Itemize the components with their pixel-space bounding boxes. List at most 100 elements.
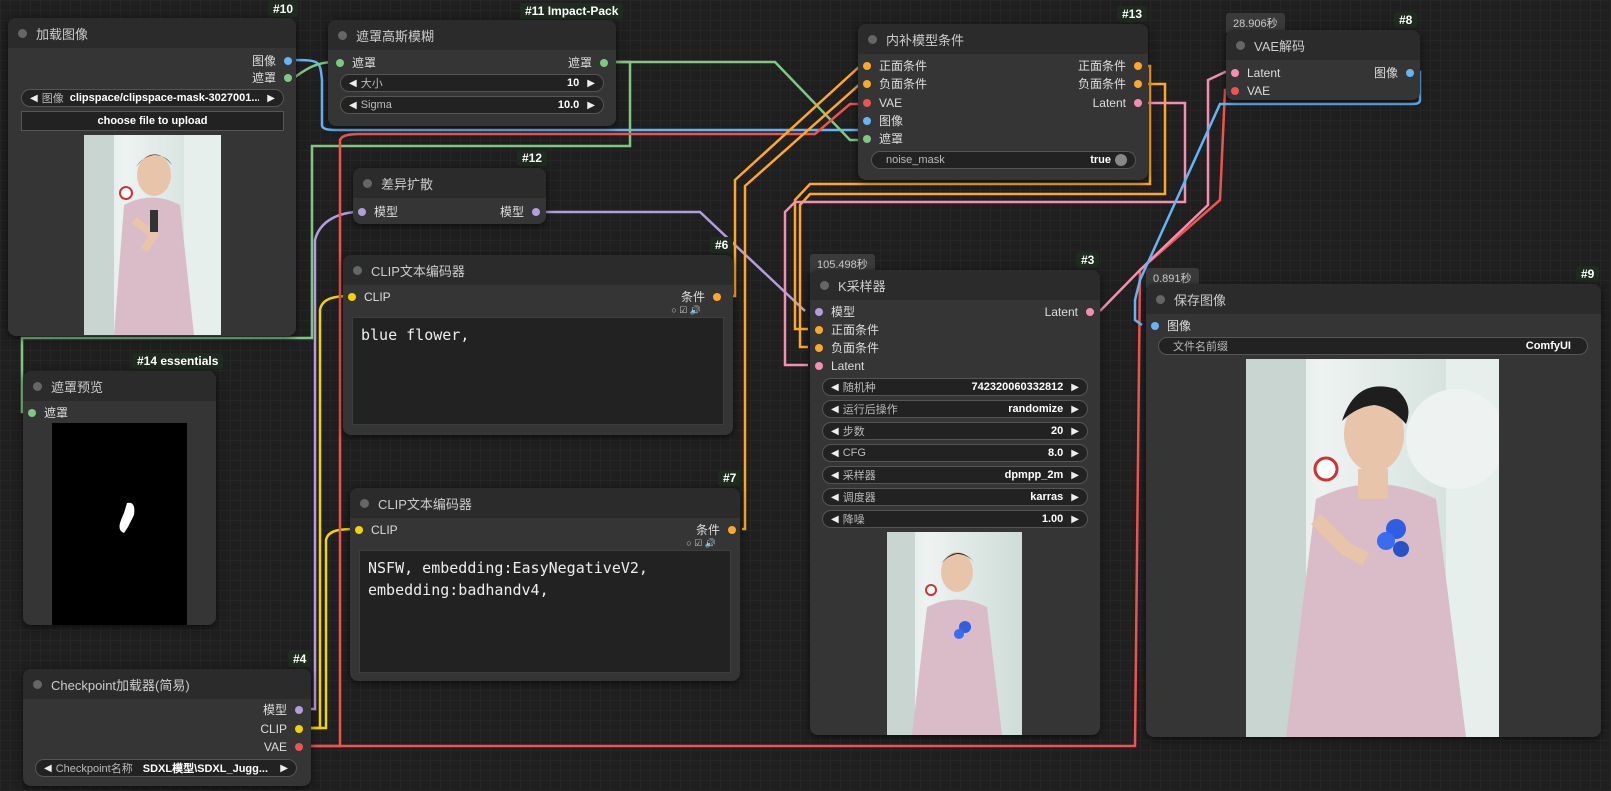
port-dot-icon[interactable] [863,99,871,107]
denoise-widget[interactable]: ◀ 降噪 1.00 ▶ [822,510,1088,528]
arrow-left-icon[interactable]: ◀ [831,426,839,437]
filename-prefix-widget[interactable]: 文件名前缀 ComfyUI [1158,337,1588,355]
node-title[interactable]: 内补模型条件 [858,24,1148,54]
output-port-conditioning[interactable]: 条件 [681,290,721,304]
output-port-clip[interactable]: CLIP [260,722,303,736]
port-dot-icon[interactable] [1134,99,1142,107]
collapse-dot-icon[interactable] [820,281,829,290]
arrow-left-icon[interactable]: ◀ [831,470,839,481]
checkpoint-name-widget[interactable]: ◀ Checkpoint名称 SDXL模型\SDXL_Jugg... ▶ [35,759,297,777]
port-dot-icon[interactable] [284,74,292,82]
arrow-left-icon[interactable]: ◀ [349,78,357,89]
node-title[interactable]: 加载图像 [8,18,296,48]
node-mask-preview[interactable]: 遮罩预览 遮罩 [23,371,216,625]
input-port-model[interactable]: 模型 [358,205,398,219]
collapse-dot-icon[interactable] [33,680,42,689]
output-port-negative[interactable]: 负面条件 [1078,77,1142,91]
arrow-right-icon[interactable]: ▶ [587,100,595,111]
size-widget[interactable]: ◀ 大小 10 ▶ [340,74,604,92]
prompt-textarea[interactable]: NSFW, embedding:EasyNegativeV2, embeddin… [359,550,731,673]
output-port-vae[interactable]: VAE [264,740,303,754]
node-option-icons[interactable]: ○ ☑ 🔊 [686,538,716,549]
node-title[interactable]: VAE解码 [1226,30,1420,60]
port-dot-icon[interactable] [358,208,366,216]
steps-widget[interactable]: ◀ 步数 20 ▶ [822,422,1088,440]
port-dot-icon[interactable] [863,62,871,70]
arrow-left-icon[interactable]: ◀ [831,492,839,503]
collapse-dot-icon[interactable] [868,35,877,44]
port-dot-icon[interactable] [1151,322,1159,330]
input-port-mask[interactable]: 遮罩 [28,406,68,420]
arrow-left-icon[interactable]: ◀ [349,100,357,111]
noise-mask-toggle[interactable]: noise_mask true [871,151,1136,169]
node-load-image[interactable]: 加载图像 图像 遮罩 ◀ 图像 clipspace/clipspace-mask-… [8,18,296,336]
arrow-right-icon[interactable]: ▶ [1071,514,1079,525]
node-clip-text-negative[interactable]: CLIP文本编码器 CLIP 条件 ○ ☑ 🔊 NSFW, embedding:… [350,488,740,681]
input-port-vae[interactable]: VAE [863,96,902,110]
collapse-dot-icon[interactable] [1236,41,1245,50]
port-dot-icon[interactable] [284,57,292,65]
port-dot-icon[interactable] [1406,69,1414,77]
input-port-mask[interactable]: 遮罩 [336,56,376,70]
node-inpaint-conditioning[interactable]: 内补模型条件 正面条件 负面条件 VAE 图像 遮罩 正面条件 负面条件 Lat… [858,24,1148,180]
port-dot-icon[interactable] [1086,308,1094,316]
arrow-left-icon[interactable]: ◀ [831,448,839,459]
output-port-mask[interactable]: 遮罩 [252,71,292,85]
port-dot-icon[interactable] [863,135,871,143]
node-save-image[interactable]: 保存图像 图像 文件名前缀 ComfyUI [1146,284,1601,737]
port-dot-icon[interactable] [713,293,721,301]
arrow-right-icon[interactable]: ▶ [1071,470,1079,481]
node-clip-text-positive[interactable]: CLIP文本编码器 CLIP 条件 ○ ☑ 🔊 blue flower, [343,255,733,435]
port-dot-icon[interactable] [815,326,823,334]
node-title[interactable]: Checkpoint加载器(简易) [23,669,311,699]
port-dot-icon[interactable] [600,59,608,67]
input-port-positive[interactable]: 正面条件 [815,323,879,337]
arrow-left-icon[interactable]: ◀ [30,93,38,104]
node-title[interactable]: K采样器 [810,270,1100,300]
port-dot-icon[interactable] [815,362,823,370]
sigma-widget[interactable]: ◀ Sigma 10.0 ▶ [340,96,604,114]
port-dot-icon[interactable] [295,725,303,733]
arrow-right-icon[interactable]: ▶ [1071,448,1079,459]
arrow-right-icon[interactable]: ▶ [1071,382,1079,393]
toggle-knob-icon[interactable] [1115,154,1127,166]
output-port-model[interactable]: 模型 [500,205,540,219]
port-dot-icon[interactable] [1134,80,1142,88]
node-title[interactable]: 差异扩散 [353,168,546,198]
node-checkpoint-loader[interactable]: Checkpoint加载器(简易) 模型 CLIP VAE ◀ Checkpoin… [23,669,311,786]
collapse-dot-icon[interactable] [353,266,362,275]
input-port-image[interactable]: 图像 [863,114,903,128]
node-title[interactable]: CLIP文本编码器 [350,488,740,518]
port-dot-icon[interactable] [336,59,344,67]
output-port-mask[interactable]: 遮罩 [568,56,608,70]
input-port-latent[interactable]: Latent [815,359,864,373]
port-dot-icon[interactable] [863,80,871,88]
input-port-negative[interactable]: 负面条件 [815,341,879,355]
port-dot-icon[interactable] [1231,69,1239,77]
arrow-right-icon[interactable]: ▶ [587,78,595,89]
arrow-right-icon[interactable]: ▶ [267,93,275,104]
output-port-model[interactable]: 模型 [263,703,303,717]
collapse-dot-icon[interactable] [18,29,27,38]
arrow-right-icon[interactable]: ▶ [1071,492,1079,503]
input-port-clip[interactable]: CLIP [348,290,391,304]
output-port-latent[interactable]: Latent [1093,96,1142,110]
node-title[interactable]: CLIP文本编码器 [343,255,733,285]
node-title[interactable]: 遮罩高斯模糊 [328,20,616,50]
arrow-right-icon[interactable]: ▶ [1071,404,1079,415]
collapse-dot-icon[interactable] [338,31,347,40]
node-differential-diffusion[interactable]: 差异扩散 模型 模型 [353,168,546,224]
arrow-left-icon[interactable]: ◀ [831,382,839,393]
input-port-vae[interactable]: VAE [1231,84,1270,98]
node-ksampler[interactable]: K采样器 模型 正面条件 负面条件 Latent Latent ◀ 随机种 7423… [810,270,1100,735]
port-dot-icon[interactable] [1134,62,1142,70]
upload-button[interactable]: choose file to upload [21,111,284,131]
collapse-dot-icon[interactable] [363,179,372,188]
port-dot-icon[interactable] [815,308,823,316]
input-port-latent[interactable]: Latent [1231,66,1280,80]
port-dot-icon[interactable] [348,293,356,301]
output-port-latent[interactable]: Latent [1045,305,1094,319]
output-port-positive[interactable]: 正面条件 [1078,59,1142,73]
node-vae-decode[interactable]: VAE解码 Latent VAE 图像 [1226,30,1420,100]
input-port-positive[interactable]: 正面条件 [863,59,927,73]
